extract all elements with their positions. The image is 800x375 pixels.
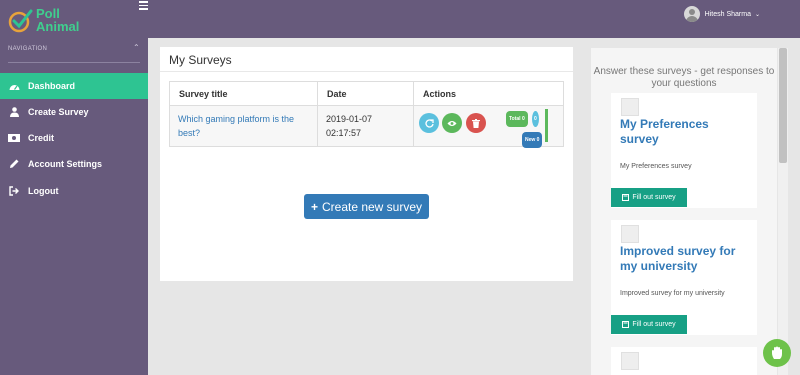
pencil-icon xyxy=(8,158,20,170)
sidebar-item-logout[interactable]: Logout xyxy=(0,178,148,204)
logout-icon xyxy=(8,185,20,197)
top-bar: Hitesh Sharma ⌄ xyxy=(148,0,800,38)
survey-title-cell: Which gaming platform is the best? xyxy=(169,105,318,147)
logo-line-2: Animal xyxy=(36,19,80,34)
book-icon xyxy=(622,321,630,328)
table-header-row: Survey title Date Actions xyxy=(169,81,564,106)
fill-button-label: Fill out survey xyxy=(632,321,676,328)
survey-date-cell: 2019-01-07 02:17:57 xyxy=(317,105,414,147)
book-icon xyxy=(622,194,630,201)
fill-out-survey-button[interactable]: Fill out survey xyxy=(611,315,687,334)
share-button[interactable] xyxy=(419,113,439,133)
logo[interactable]: Poll Animal xyxy=(8,4,138,38)
survey-card xyxy=(611,347,757,375)
chevron-down-icon: ⌄ xyxy=(754,11,760,18)
panel-divider xyxy=(160,71,573,72)
share-icon xyxy=(424,118,434,128)
scrollbar-thumb[interactable] xyxy=(779,48,787,163)
user-icon xyxy=(8,106,20,118)
sidebar: Poll Animal NAVIGATION ⌃ Dashboard Creat… xyxy=(0,0,148,375)
survey-actions-cell: Total 0 0 New 0 xyxy=(413,105,564,148)
survey-card: Improved survey for my university Improv… xyxy=(611,220,757,335)
avatar xyxy=(683,6,700,22)
help-hand-button[interactable] xyxy=(763,339,791,367)
response-count-badge: 0 xyxy=(532,111,539,127)
sidebar-item-account-settings[interactable]: Account Settings xyxy=(0,151,148,177)
sidebar-item-label: Account Settings xyxy=(28,159,103,169)
sidebar-item-label: Create Survey xyxy=(28,107,89,117)
nav-heading: NAVIGATION ⌃ xyxy=(8,43,140,52)
logo-text: Poll Animal xyxy=(36,7,79,33)
total-responses-badge: Total 0 xyxy=(506,111,528,127)
create-new-survey-button[interactable]: + Create new survey xyxy=(304,194,429,219)
collapse-caret-icon[interactable]: ⌃ xyxy=(133,43,140,52)
column-header-date: Date xyxy=(317,81,414,106)
trash-icon xyxy=(472,118,480,128)
answer-surveys-heading: Answer these surveys - get responses to … xyxy=(593,66,775,89)
sidebar-item-credit[interactable]: Credit xyxy=(0,125,148,151)
money-icon xyxy=(8,132,20,144)
panel-title: My Surveys xyxy=(169,53,232,67)
user-menu[interactable]: Hitesh Sharma ⌄ xyxy=(683,5,760,23)
column-header-survey-title: Survey title xyxy=(169,81,318,106)
user-name: Hitesh Sharma xyxy=(704,10,751,18)
nav-heading-label: NAVIGATION xyxy=(8,46,48,52)
survey-image-placeholder xyxy=(621,98,639,116)
survey-title-link[interactable]: Which gaming platform is the best? xyxy=(178,114,294,138)
survey-card-title[interactable]: Improved survey for my university xyxy=(620,244,750,274)
surveys-table: Survey title Date Actions Which gaming p… xyxy=(169,81,564,148)
sidebar-item-label: Credit xyxy=(28,133,55,143)
scrollbar[interactable] xyxy=(778,48,788,375)
survey-card-description: Improved survey for my university xyxy=(620,290,725,297)
my-surveys-panel: My Surveys Survey title Date Actions Whi… xyxy=(160,47,573,281)
eye-icon xyxy=(447,120,457,126)
sidebar-item-label: Dashboard xyxy=(28,81,76,91)
checkmark-logo-icon xyxy=(8,9,33,33)
fill-button-label: Fill out survey xyxy=(632,194,676,201)
answer-surveys-panel: Answer these surveys - get responses to … xyxy=(591,48,777,375)
status-bar xyxy=(545,109,548,142)
column-header-actions: Actions xyxy=(413,81,564,106)
delete-button[interactable] xyxy=(466,113,486,133)
dashboard-icon xyxy=(8,80,20,92)
hamburger-menu-icon[interactable] xyxy=(139,1,148,10)
survey-card-description: My Preferences survey xyxy=(620,163,692,170)
nav-divider xyxy=(8,62,140,63)
table-row: Which gaming platform is the best? 2019-… xyxy=(169,105,564,148)
new-responses-badge: New 0 xyxy=(522,132,543,148)
survey-card: My Preferences survey My Preferences sur… xyxy=(611,93,757,208)
sidebar-item-create-survey[interactable]: Create Survey xyxy=(0,99,148,125)
hand-icon xyxy=(772,346,782,359)
survey-image-placeholder xyxy=(621,352,639,370)
sidebar-item-dashboard[interactable]: Dashboard xyxy=(0,73,148,99)
sidebar-item-label: Logout xyxy=(28,186,59,196)
survey-image-placeholder xyxy=(621,225,639,243)
plus-icon: + xyxy=(310,199,318,214)
fill-out-survey-button[interactable]: Fill out survey xyxy=(611,188,687,207)
survey-card-title[interactable]: My Preferences survey xyxy=(620,117,750,147)
create-button-label: Create new survey xyxy=(321,199,423,214)
view-button[interactable] xyxy=(442,113,462,133)
